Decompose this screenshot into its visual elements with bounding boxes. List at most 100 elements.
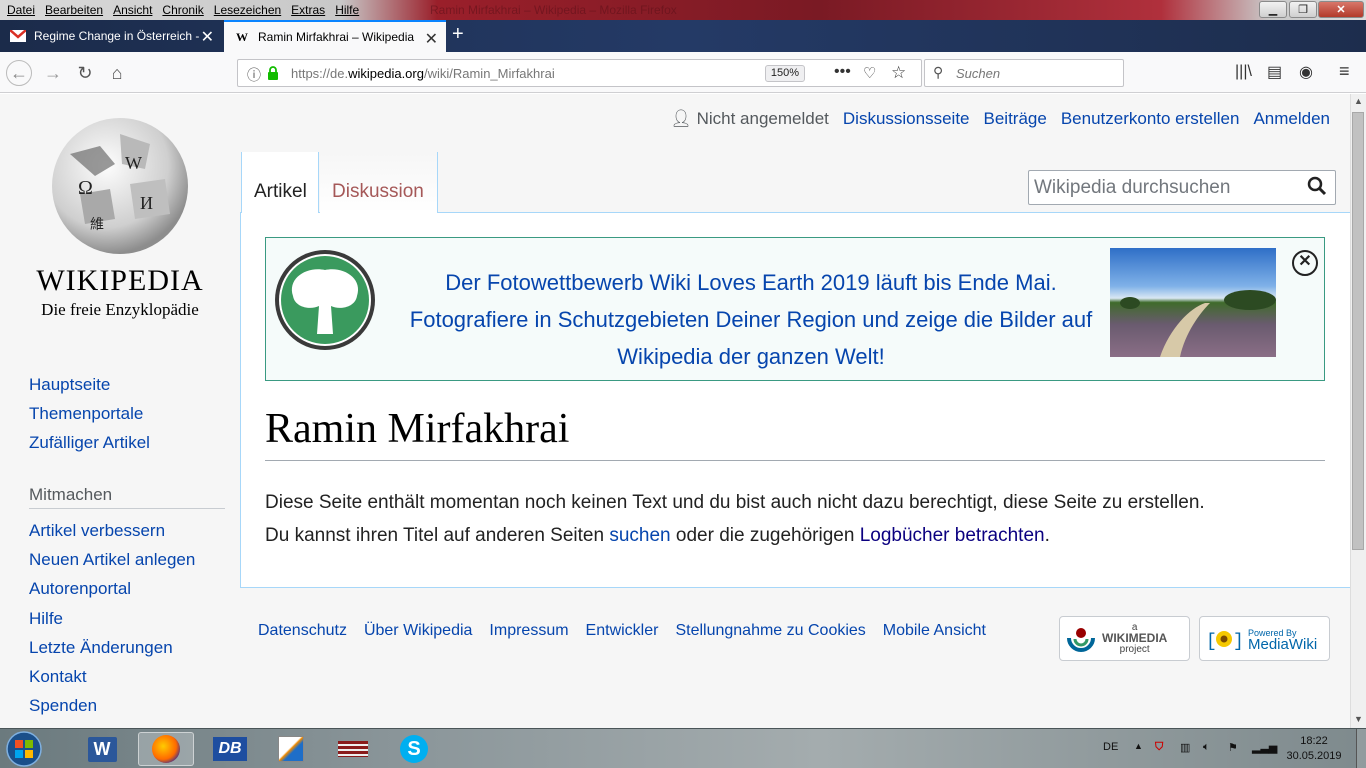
footer-entwickler[interactable]: Entwickler — [586, 622, 659, 640]
bookmark-star-icon[interactable]: ☆ — [891, 63, 906, 83]
device-icon[interactable]: ▥ — [1180, 741, 1190, 754]
wikimedia-project-badge[interactable]: a WIKIMEDIA project — [1059, 616, 1190, 661]
language-indicator[interactable]: DE — [1103, 741, 1118, 753]
svg-text:И: И — [140, 193, 153, 213]
menu-hilfe[interactable]: Hilfe — [330, 3, 364, 17]
talk-link[interactable]: Diskussionsseite — [843, 109, 970, 129]
sidebar-item-themenportale[interactable]: Themenportale — [29, 404, 143, 424]
create-account-link[interactable]: Benutzerkonto erstellen — [1061, 109, 1240, 129]
forward-icon[interactable]: → — [40, 60, 66, 86]
close-tab-icon[interactable]: ✕ — [425, 29, 438, 49]
footer-datenschutz[interactable]: Datenschutz — [258, 622, 347, 640]
mediawiki-badge[interactable]: [] Powered By MediaWiki — [1199, 616, 1330, 661]
search-link[interactable]: suchen — [609, 525, 670, 546]
sidebar-item-zufaelliger-artikel[interactable]: Zufälliger Artikel — [29, 433, 150, 453]
sidebar-section-mitmachen: Mitmachen — [29, 485, 113, 504]
login-link[interactable]: Anmelden — [1253, 109, 1330, 129]
maximize-button[interactable]: ❐ — [1289, 1, 1317, 18]
url-bar[interactable]: ⓘ https://de.wikipedia.org/wiki/Ramin_Mi… — [237, 59, 922, 87]
badge-main-text: WIKIMEDIA — [1102, 631, 1168, 645]
footer-links: Datenschutz Über Wikipedia Impressum Ent… — [258, 622, 986, 640]
menu-datei[interactable]: Datei — [2, 3, 40, 17]
new-tab-icon[interactable]: + — [452, 23, 464, 46]
clock-time: 18:22 — [1300, 735, 1328, 747]
footer-cookies[interactable]: Stellungnahme zu Cookies — [675, 622, 865, 640]
sidebar-item-letzte-aenderungen[interactable]: Letzte Änderungen — [29, 638, 173, 658]
tab-regime-change[interactable]: Regime Change in Österreich - ✕ — [0, 20, 222, 52]
sidebar-item-artikel-verbessern[interactable]: Artikel verbessern — [29, 521, 165, 541]
sidebar-item-hilfe[interactable]: Hilfe — [29, 609, 63, 629]
scroll-up-icon[interactable]: ▲ — [1354, 96, 1363, 106]
close-tab-icon[interactable]: ✕ — [201, 27, 214, 47]
search-icon: ⚲ — [933, 64, 944, 80]
action-center-flag-icon[interactable]: ⚑ — [1228, 741, 1238, 754]
logs-link[interactable]: Logbücher betrachten — [860, 525, 1045, 546]
sidebar-item-kontakt[interactable]: Kontakt — [29, 667, 87, 687]
clock-date: 30.05.2019 — [1286, 750, 1342, 762]
books-taskbar-icon[interactable] — [325, 732, 381, 766]
lock-icon[interactable] — [267, 66, 279, 80]
banner-line: Fotografiere in Schutzgebieten Deiner Re… — [409, 307, 1093, 332]
clock[interactable]: 18:22 30.05.2019 — [1284, 734, 1344, 764]
menu-lesezeichen[interactable]: Lesezeichen — [209, 3, 286, 17]
tab-discussion[interactable]: Diskussion — [320, 152, 438, 213]
sidebar-item-neuen-artikel[interactable]: Neuen Artikel anlegen — [29, 550, 195, 570]
tab-wikipedia[interactable]: W Ramin Mirfakhrai – Wikipedia ✕ — [224, 20, 446, 52]
wiki-search-placeholder: Wikipedia durchsuchen — [1034, 177, 1231, 198]
sidebar-item-autorenportal[interactable]: Autorenportal — [29, 579, 131, 599]
editor-taskbar-icon[interactable] — [263, 732, 319, 766]
browser-search-bar[interactable]: ⚲ Suchen — [924, 59, 1124, 87]
gmail-icon — [10, 29, 26, 43]
wikipedia-logo[interactable]: Ω W И 維 — [40, 114, 200, 264]
minimize-button[interactable]: ▁ — [1259, 1, 1287, 18]
show-desktop-button[interactable] — [1356, 729, 1366, 768]
menu-ansicht[interactable]: Ansicht — [108, 3, 157, 17]
firefox-taskbar-icon[interactable] — [138, 732, 194, 766]
scroll-down-icon[interactable]: ▼ — [1354, 714, 1363, 724]
footer-mobile[interactable]: Mobile Ansicht — [883, 622, 986, 640]
reload-icon[interactable]: ↻ — [72, 60, 98, 86]
menu-chronik[interactable]: Chronik — [157, 3, 208, 17]
info-icon[interactable]: ⓘ — [247, 65, 261, 85]
window-title: Ramin Mirfakhrai – Wikipedia – Mozilla F… — [430, 3, 677, 17]
network-icon[interactable]: ▂▃▅ — [1252, 741, 1277, 754]
tab-article[interactable]: Artikel — [241, 152, 319, 213]
volume-icon[interactable]: 🔈︎ — [1203, 741, 1210, 754]
library-icon[interactable]: |||\ — [1235, 63, 1252, 81]
badge-main-text: MediaWiki — [1248, 635, 1318, 653]
home-icon[interactable]: ⌂ — [104, 60, 130, 86]
back-icon[interactable]: ← — [6, 60, 32, 86]
search-button[interactable] — [1307, 174, 1329, 200]
banner-text[interactable]: Der Fotowettbewerb Wiki Loves Earth 2019… — [386, 264, 1116, 375]
word-taskbar-icon[interactable]: W — [74, 732, 130, 766]
hamburger-menu-icon[interactable]: ≡ — [1339, 61, 1350, 82]
heathland-photo[interactable] — [1110, 248, 1276, 357]
sidebar-item-spenden[interactable]: Spenden — [29, 696, 97, 716]
pocket-icon[interactable]: ♡ — [863, 64, 876, 82]
start-button[interactable] — [4, 731, 44, 767]
zoom-indicator[interactable]: 150% — [765, 65, 805, 82]
sidebar-icon[interactable]: ▤ — [1267, 62, 1282, 82]
antivirus-icon[interactable]: ⛉ — [1155, 741, 1163, 754]
wiki-search-input[interactable]: Wikipedia durchsuchen — [1028, 170, 1336, 205]
footer-impressum[interactable]: Impressum — [489, 622, 568, 640]
skype-taskbar-icon[interactable]: S — [386, 732, 442, 766]
sidebar-item-hauptseite[interactable]: Hauptseite — [29, 375, 110, 395]
account-icon[interactable]: ◉ — [1299, 62, 1313, 82]
svg-text:Ω: Ω — [78, 177, 93, 199]
contributions-link[interactable]: Beiträge — [984, 109, 1047, 129]
menu-bearbeiten[interactable]: Bearbeiten — [40, 3, 108, 17]
wikipedia-tagline: Die freie Enzyklopädie — [41, 300, 199, 319]
url-text: https://de.wikipedia.org/wiki/Ramin_Mirf… — [291, 66, 555, 81]
close-banner-icon[interactable]: ✕ — [1292, 250, 1318, 276]
scrollbar-thumb[interactable] — [1352, 112, 1364, 550]
page-actions-icon[interactable]: ••• — [834, 63, 851, 81]
not-logged-in: 👤︎ Nicht angemeldet — [670, 109, 829, 128]
tray-expand-icon[interactable]: ▲ — [1134, 741, 1143, 751]
menu-extras[interactable]: Extras — [286, 3, 330, 17]
menu-bar: Datei Bearbeiten Ansicht Chronik Lesezei… — [0, 0, 1366, 20]
db-taskbar-icon[interactable]: DB — [202, 732, 258, 766]
footer-ueber-wikipedia[interactable]: Über Wikipedia — [364, 622, 472, 640]
nav-bar: ← → ↻ ⌂ ⓘ https://de.wikipedia.org/wiki/… — [0, 52, 1366, 93]
close-window-button[interactable]: ✕ — [1318, 1, 1364, 18]
